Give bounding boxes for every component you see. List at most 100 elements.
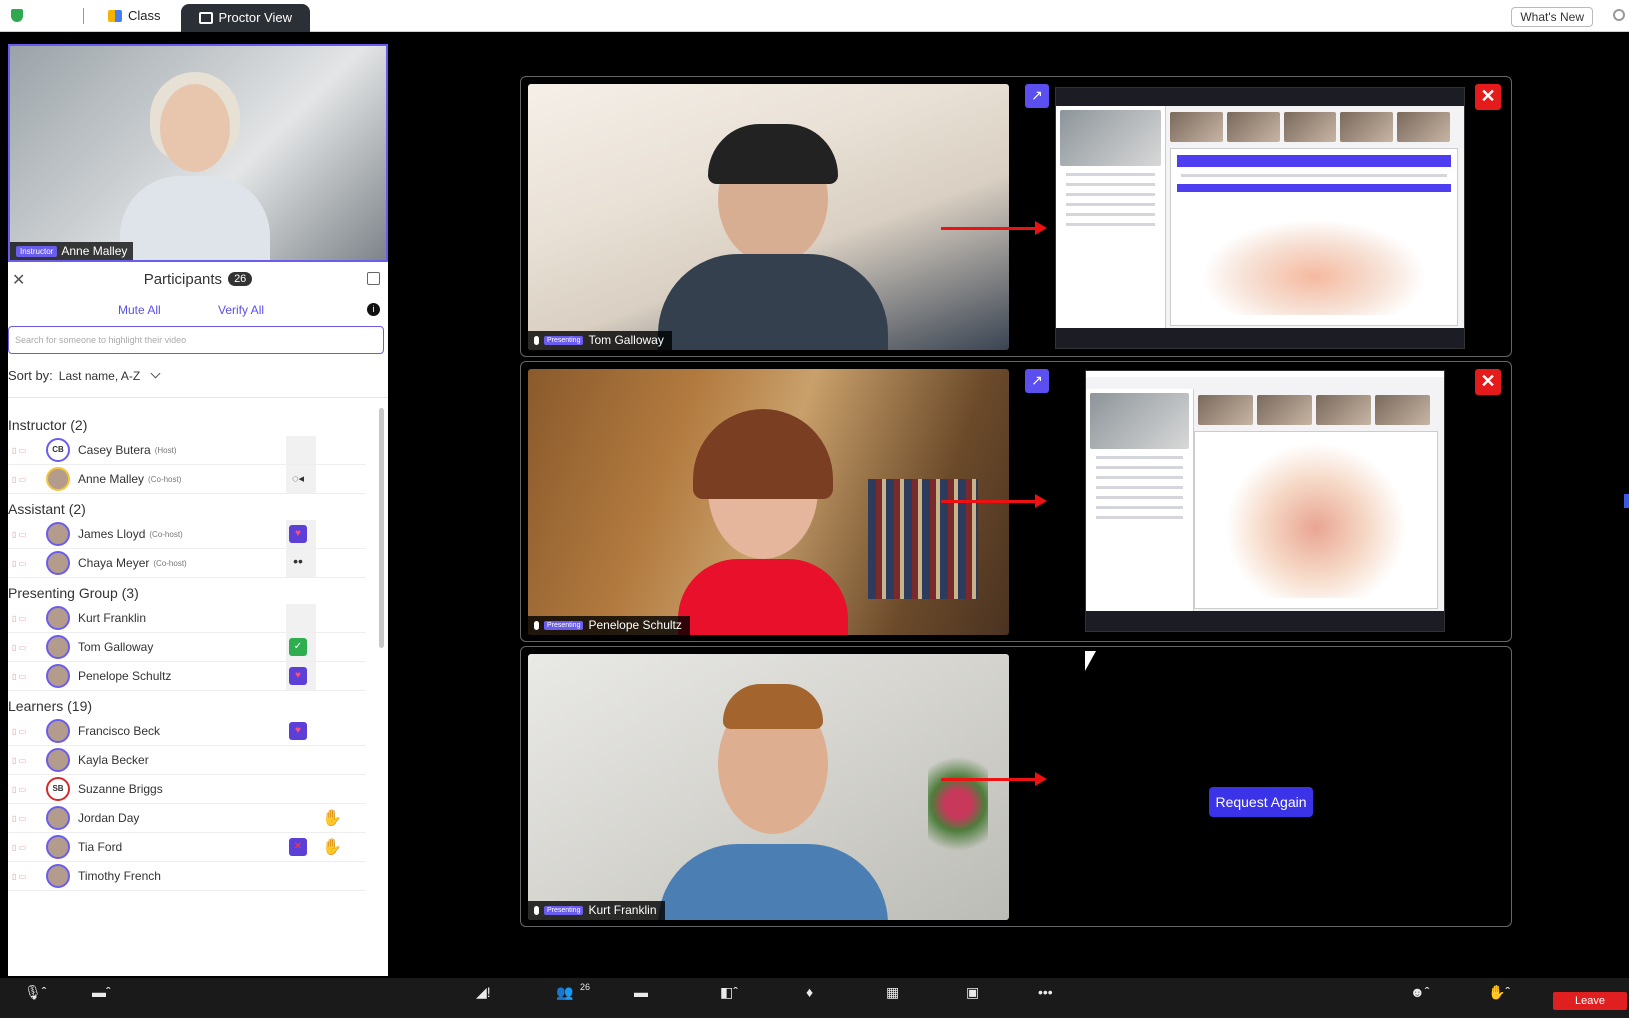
raise-hand-icon[interactable]: ✋ˆ	[1488, 984, 1510, 1001]
tab-proctor-view[interactable]: Proctor View	[180, 3, 310, 32]
student-name: Tom Galloway	[588, 333, 664, 347]
close-screen-button[interactable]: ✕	[1475, 84, 1501, 110]
sort-control[interactable]: Sort by: Last name, A-Z	[8, 354, 388, 398]
close-screen-button[interactable]: ✕	[1475, 369, 1501, 395]
avatar: SB	[46, 777, 70, 801]
mute-all-button[interactable]: Mute All	[118, 303, 161, 317]
mic-icon[interactable]: 🎙ˆ	[24, 984, 46, 1001]
red-arrow-annotation	[941, 772, 1047, 786]
camera-label: Presenting Kurt Franklin	[528, 901, 665, 920]
avatar	[46, 467, 70, 491]
mic-muted-icon: ▯ ▭	[12, 871, 27, 881]
mic-muted-icon: ▯ ▭	[12, 613, 27, 623]
share-screen-icon[interactable]: ◧ˆ	[720, 984, 738, 1001]
avatar	[46, 522, 70, 546]
participant-row[interactable]: ▯ ▭ Francisco Beck ♥	[8, 717, 366, 746]
mic-icon	[534, 620, 539, 630]
leave-button[interactable]: Leave	[1553, 992, 1627, 1010]
info-icon[interactable]: i	[367, 303, 380, 316]
participant-name: Jordan Day	[78, 811, 140, 825]
dots-icon: ••	[293, 553, 303, 569]
participant-name: Casey Butera	[78, 443, 151, 457]
mic-muted-icon: ▯ ▭	[12, 474, 27, 484]
whats-new-button[interactable]: What's New	[1511, 7, 1593, 27]
proctor-grid: Presenting Tom Galloway ↗ ✕ Presenting P…	[520, 76, 1512, 931]
close-icon[interactable]: ✕	[12, 270, 25, 290]
proctor-view-icon[interactable]: ▣	[966, 984, 979, 1001]
participant-row[interactable]: ▯ ▭ Tia Ford ✕ ✋	[8, 833, 366, 862]
verify-all-button[interactable]: Verify All	[218, 303, 264, 317]
expand-icon[interactable]: ↗	[1025, 369, 1049, 393]
participant-row[interactable]: ▯ ▭ Kurt Franklin	[8, 604, 366, 633]
student-camera[interactable]: Presenting Penelope Schultz	[528, 369, 1009, 635]
participant-name: Anne Malley	[78, 472, 145, 486]
participants-header: ✕ Participants 26	[8, 262, 388, 296]
mic-icon	[534, 335, 539, 345]
presenting-badge: Presenting	[544, 620, 584, 630]
mic-muted-icon: ▯ ▭	[12, 726, 27, 736]
avatar	[46, 748, 70, 772]
avatar	[46, 551, 70, 575]
check-icon: ✓	[289, 638, 307, 656]
participant-list-scrollbar[interactable]	[379, 408, 384, 648]
camera-label: Presenting Tom Galloway	[528, 331, 672, 350]
app-root: Class Proctor View What's New Instructor…	[0, 0, 1629, 1018]
video-icon[interactable]: ▬ˆ	[92, 984, 111, 1000]
raised-hand-icon: ✋	[322, 810, 342, 827]
student-camera[interactable]: Presenting Kurt Franklin	[528, 654, 1009, 920]
request-again-button[interactable]: Request Again	[1209, 787, 1313, 817]
participant-name: Francisco Beck	[78, 724, 161, 738]
top-bar: Class Proctor View What's New	[0, 0, 1629, 32]
lesson-tools-icon[interactable]: ◢!	[476, 984, 491, 1001]
avatar	[46, 664, 70, 688]
instructor-badge: Instructor	[16, 245, 58, 257]
participant-row[interactable]: ▯ ▭ Penelope Schultz ♥	[8, 662, 366, 691]
participant-name: Kurt Franklin	[78, 611, 147, 625]
participant-row[interactable]: ▯ ▭ Jordan Day ✋	[8, 804, 366, 833]
group-title: Learners (19)	[8, 698, 93, 714]
settings-icon[interactable]	[1613, 9, 1625, 21]
group-title: Presenting Group (3)	[8, 585, 139, 601]
chevron-down-icon	[150, 368, 161, 379]
heart-reaction-icon: ♥	[289, 722, 307, 740]
avatar	[46, 606, 70, 630]
participant-search-input[interactable]: Search for someone to highlight their vi…	[8, 326, 384, 354]
participant-row[interactable]: ▯ ▭ Timothy French	[8, 862, 366, 891]
participant-row[interactable]: ▯ ▭ Tom Galloway ✓	[8, 633, 366, 662]
collaborate-icon[interactable]: ♦	[806, 984, 813, 1000]
more-icon[interactable]: •••	[1038, 984, 1053, 1000]
bottom-toolbar: 🎙ˆ ▬ˆ ◢! 👥 26 ▬ ◧ˆ ♦ ▦ ▣ ••• ☻ˆ ✋ˆ Leave	[0, 978, 1629, 1018]
reactions-icon[interactable]: ☻ˆ	[1410, 984, 1429, 1000]
breakout-icon[interactable]: ▦	[886, 984, 899, 1001]
student-screen-share[interactable]	[1085, 370, 1445, 632]
presenting-badge: Presenting	[544, 335, 584, 345]
participants-count: 26	[228, 272, 253, 286]
tab-class[interactable]: Class	[94, 0, 175, 32]
mouse-cursor-icon	[1085, 651, 1096, 671]
student-screen-share[interactable]	[1055, 87, 1465, 349]
participant-row[interactable]: ▯ ▭ Anne Malley (Co-host) ◌◂	[8, 465, 366, 494]
heart-reaction-icon: ♥	[289, 525, 307, 543]
mic-muted-icon: ▯ ▭	[12, 642, 27, 652]
participant-row[interactable]: ▯ ▭ Kayla Becker	[8, 746, 366, 775]
participants-icon[interactable]: 👥	[556, 984, 573, 1001]
participant-name: Suzanne Briggs	[78, 782, 163, 796]
participant-row[interactable]: ▯ ▭ CB Casey Butera (Host)	[8, 436, 366, 465]
participant-name: Timothy French	[78, 869, 161, 883]
avatar	[46, 806, 70, 830]
mic-muted-icon: ▯ ▭	[12, 813, 27, 823]
student-camera[interactable]: Presenting Tom Galloway	[528, 84, 1009, 350]
participant-role: (Host)	[154, 445, 177, 455]
participant-row[interactable]: ▯ ▭ SB Suzanne Briggs	[8, 775, 366, 804]
popout-icon[interactable]	[367, 272, 380, 285]
instructor-video[interactable]: Instructor Anne Malley	[8, 44, 388, 262]
side-handle[interactable]	[1624, 494, 1629, 508]
participant-row[interactable]: ▯ ▭ James Lloyd (Co-host) ♥	[8, 520, 366, 549]
heart-reaction-icon: ♥	[289, 667, 307, 685]
participant-list: Instructor (2) ▯ ▭ CB Casey Butera (Host…	[8, 398, 388, 938]
chat-icon[interactable]: ▬	[634, 984, 648, 1000]
expand-icon[interactable]: ↗	[1025, 84, 1049, 108]
participant-row[interactable]: ▯ ▭ Chaya Meyer (Co-host) ••	[8, 549, 366, 578]
red-arrow-annotation	[941, 494, 1047, 508]
presenting-badge: Presenting	[544, 905, 584, 915]
